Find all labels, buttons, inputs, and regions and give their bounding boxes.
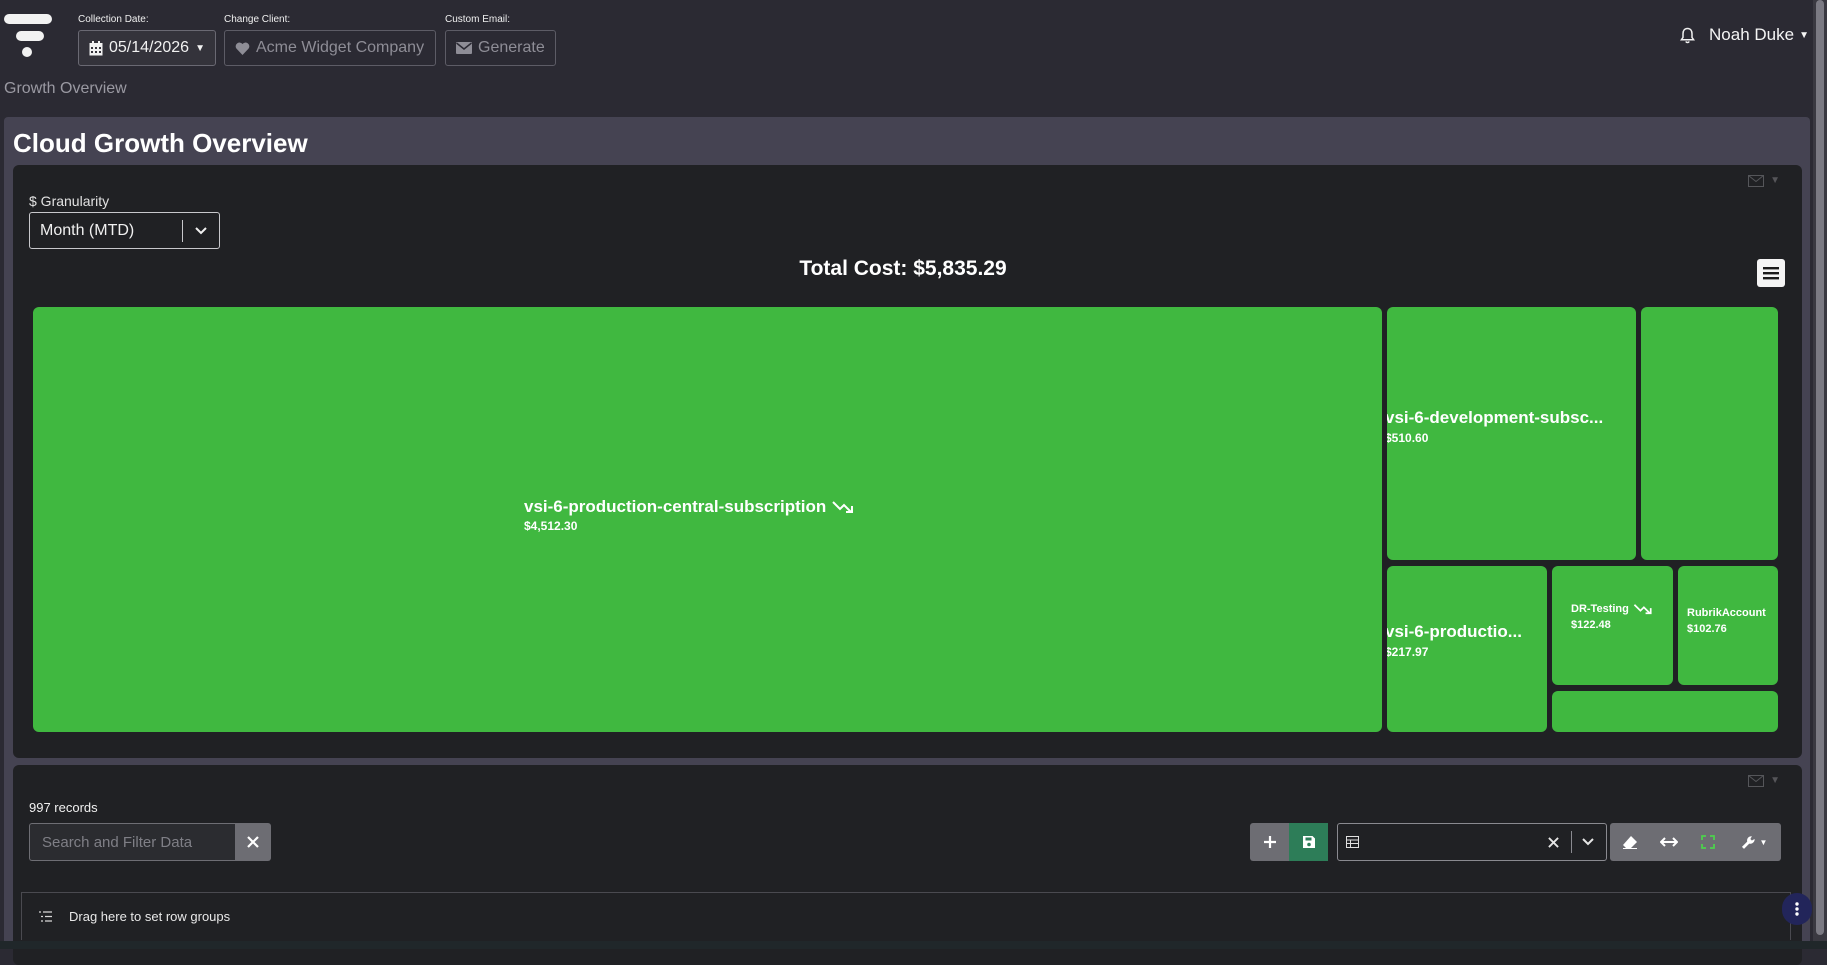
granularity-value: Month (MTD) [40, 221, 135, 239]
user-name: Noah Duke [1709, 25, 1795, 44]
email-icon[interactable] [1748, 175, 1765, 187]
treemap-card: ▼ $ Granularity Month (MTD) Total Cost: … [13, 165, 1802, 758]
trend-down-icon [832, 501, 854, 513]
grid-tools: ▼ [1610, 823, 1781, 861]
expand-icon [1700, 835, 1715, 849]
tile-name: RubrikAccount [1687, 607, 1766, 619]
caret-down-icon[interactable]: ▼ [1770, 775, 1780, 787]
change-client-label: Change Client: [224, 14, 291, 25]
granularity-select[interactable]: Month (MTD) [29, 212, 220, 249]
envelope-icon [456, 42, 472, 54]
treemap-tile-small[interactable] [1552, 691, 1778, 732]
bottom-strip [0, 941, 1827, 949]
clear-filters-button[interactable] [1610, 823, 1649, 861]
add-view-button[interactable] [1250, 823, 1289, 861]
save-view-button[interactable] [1289, 823, 1328, 861]
vertical-dots-icon [1795, 902, 1799, 916]
tools-menu-button[interactable]: ▼ [1727, 823, 1781, 861]
fullscreen-button[interactable] [1688, 823, 1727, 861]
select-separator [1571, 831, 1572, 853]
view-actions [1250, 823, 1328, 861]
autosize-columns-button[interactable] [1649, 823, 1688, 861]
breadcrumb[interactable]: Growth Overview [4, 80, 127, 98]
treemap-tile-dr-testing[interactable]: DR-Testing $122.48 [1552, 566, 1673, 685]
collection-date-label: Collection Date: [78, 14, 149, 25]
collection-date-button[interactable]: 05/14/2026 ▼ [78, 30, 216, 66]
tile-name: DR-Testing [1571, 603, 1629, 615]
saved-view-select[interactable] [1337, 823, 1607, 861]
more-options-button[interactable] [1782, 893, 1812, 925]
table-icon [1346, 836, 1359, 848]
heart-icon [235, 42, 250, 55]
grid-card: ▼ 997 records Search and Filter Data ▼ D… [13, 765, 1802, 965]
row-groups-hint: Drag here to set row groups [69, 909, 231, 924]
treemap-tile-rubrik[interactable]: RubrikAccount $102.76 [1678, 566, 1778, 685]
trend-down-icon [1633, 604, 1652, 615]
tile-name: vsi-6-production-central-subscription [524, 497, 827, 516]
clear-search-button[interactable] [235, 823, 271, 861]
granularity-label: $ Granularity [29, 193, 110, 209]
chevron-down-icon[interactable] [183, 226, 219, 235]
tile-value: $217.97 [1387, 645, 1429, 659]
collection-date-value: 05/14/2026 [109, 39, 190, 56]
email-icon[interactable] [1748, 775, 1765, 787]
card-tools[interactable]: ▼ [1748, 775, 1780, 787]
treemap-tile-production-central[interactable]: vsi-6-production-central-subscription $4… [33, 307, 1382, 732]
row-group-icon [39, 911, 52, 922]
caret-down-icon: ▼ [1759, 837, 1768, 847]
eraser-icon [1622, 836, 1637, 849]
generate-label: Generate [478, 39, 545, 56]
user-area: Noah Duke ▼ [1680, 25, 1809, 45]
tile-value: $122.48 [1571, 619, 1611, 631]
chevron-down-icon[interactable] [1582, 838, 1594, 846]
save-icon [1302, 836, 1315, 848]
client-name: Acme Widget Company [256, 39, 425, 56]
user-menu[interactable]: Noah Duke ▼ [1709, 25, 1809, 45]
search-group [29, 823, 271, 861]
clear-icon[interactable] [1548, 836, 1559, 848]
custom-email-label: Custom Email: [445, 14, 511, 25]
chart-menu-button[interactable] [1757, 259, 1785, 287]
calendar-icon [89, 40, 103, 55]
change-client-group: Change Client: Acme Widget Company [224, 14, 436, 66]
change-client-button[interactable]: Acme Widget Company [224, 30, 436, 66]
tile-value: $510.60 [1387, 431, 1429, 445]
row-group-dropzone[interactable]: Drag here to set row groups [21, 892, 1791, 940]
card-tools[interactable]: ▼ [1748, 175, 1780, 187]
arrows-horizontal-icon [1659, 837, 1678, 847]
treemap-tile-development[interactable]: vsi-6-development-subsc... $510.60 [1387, 307, 1636, 560]
generate-email-button[interactable]: Generate [445, 30, 556, 66]
tile-value: $102.76 [1687, 623, 1727, 635]
total-cost: Total Cost: $5,835.29 [799, 257, 1007, 280]
tile-value: $4,512.30 [524, 519, 578, 533]
bell-icon[interactable] [1680, 27, 1696, 44]
app-logo[interactable] [4, 14, 52, 60]
records-count: 997 records [29, 800, 98, 815]
caret-down-icon[interactable]: ▼ [1770, 175, 1780, 187]
tile-name: vsi-6-productio... [1387, 622, 1522, 641]
page-scrollbar[interactable] [1813, 0, 1827, 949]
custom-email-group: Custom Email: Generate [445, 14, 556, 66]
scrollbar-thumb[interactable] [1816, 0, 1824, 935]
caret-down-icon: ▼ [1799, 29, 1809, 41]
hamburger-icon [1763, 267, 1779, 280]
wrench-icon [1741, 835, 1755, 849]
search-input[interactable] [29, 823, 235, 861]
page-title: Cloud Growth Overview [13, 128, 308, 158]
treemap-tile-production[interactable]: vsi-6-productio... $217.97 [1387, 566, 1547, 732]
collection-date-group: Collection Date: 05/14/2026 ▼ [78, 14, 216, 66]
plus-icon [1263, 836, 1276, 848]
treemap-tile-unlabeled[interactable] [1641, 307, 1778, 560]
cost-treemap: vsi-6-production-central-subscription $4… [33, 307, 1778, 732]
close-icon [247, 836, 259, 848]
caret-down-icon: ▼ [195, 42, 205, 54]
tile-name: vsi-6-development-subsc... [1387, 408, 1604, 427]
main-panel: Cloud Growth Overview ▼ $ Granularity Mo… [4, 117, 1810, 965]
